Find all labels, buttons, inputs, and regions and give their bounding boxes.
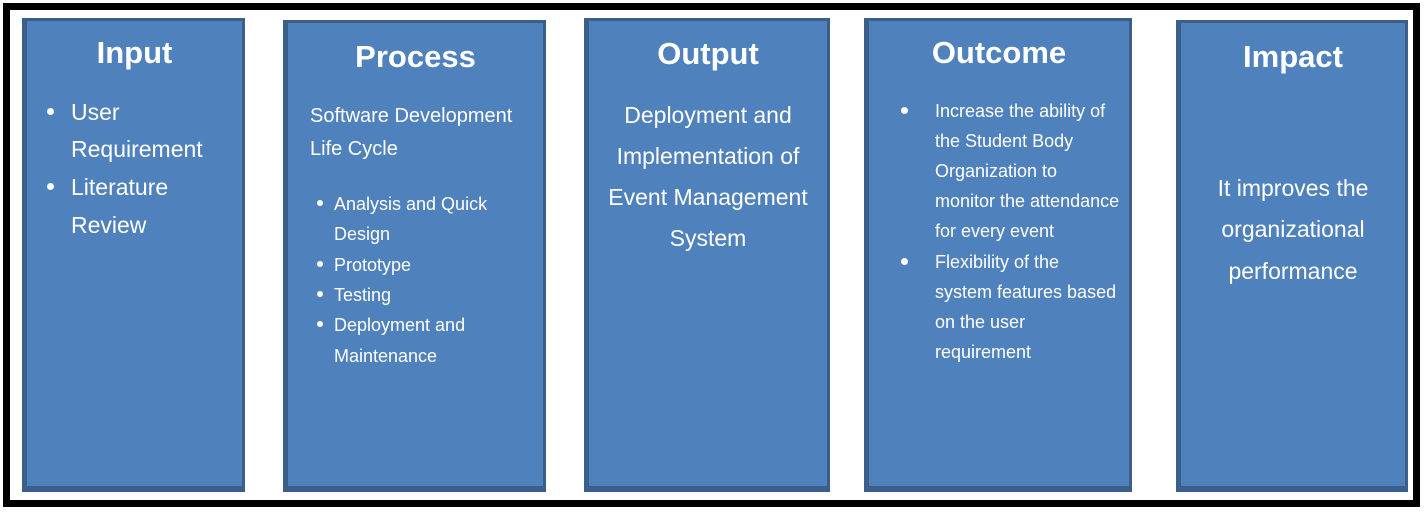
stage-bullet-list-process: Analysis and Quick Design Prototype Test… [288, 189, 543, 371]
diagram-canvas: Input User Requirement Literature Review… [0, 0, 1427, 512]
list-item: Analysis and Quick Design [317, 189, 537, 250]
stage-title-impact: Impact [1243, 39, 1343, 74]
stage-title-outcome: Outcome [931, 35, 1067, 70]
stage-box-impact[interactable]: Impact It improves the organizational pe… [1176, 20, 1408, 492]
list-item: Increase the ability of the Student Body… [901, 96, 1121, 247]
list-item: Testing [317, 280, 537, 310]
stage-title-input: Input [96, 35, 173, 70]
stage-bullet-list-input: User Requirement Literature Review [27, 94, 242, 246]
list-item: Literature Review [47, 169, 236, 245]
stage-box-container: Input User Requirement Literature Review… [10, 10, 1413, 500]
stage-box-output[interactable]: Output Deployment and Implementation of … [584, 18, 830, 492]
stage-title-process: Process [355, 39, 476, 74]
stage-body-text-impact: It improves the organizational performan… [1217, 174, 1369, 285]
list-item: User Requirement [47, 94, 236, 170]
stage-bullet-list-outcome: Increase the ability of the Student Body… [869, 96, 1129, 368]
stage-box-input[interactable]: Input User Requirement Literature Review [22, 18, 245, 492]
stage-body-text-output: Deployment and Implementation of Event M… [608, 101, 808, 252]
stage-box-process[interactable]: Process Software Development Life Cycle … [283, 20, 546, 492]
list-item: Flexibility of the system features based… [901, 247, 1121, 368]
list-item: Prototype [317, 250, 537, 280]
diagram-outer-frame: Input User Requirement Literature Review… [3, 3, 1420, 507]
list-item: Deployment and Maintenance [317, 310, 537, 371]
stage-title-output: Output [657, 36, 759, 71]
stage-box-outcome[interactable]: Outcome Increase the ability of the Stud… [864, 18, 1132, 492]
stage-lead-text-process: Software Development Life Cycle [310, 104, 513, 161]
